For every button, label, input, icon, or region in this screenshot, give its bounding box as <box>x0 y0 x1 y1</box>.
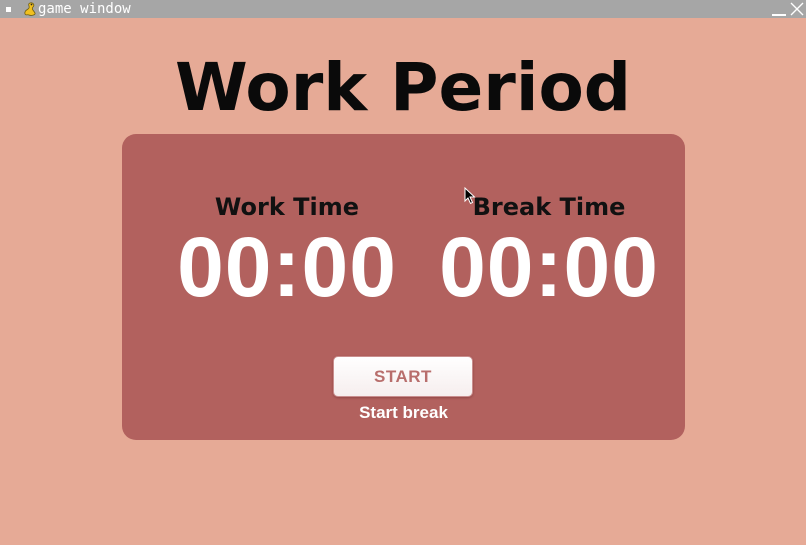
window-titlebar[interactable]: game window <box>0 0 806 18</box>
break-timer: Break Time 00:00 <box>414 192 684 312</box>
break-time-label: Break Time <box>472 193 626 221</box>
window-menu-icon[interactable] <box>6 7 11 12</box>
page-title: Work Period <box>174 49 632 126</box>
work-timer: Work Time 00:00 <box>152 192 422 312</box>
start-button[interactable]: START <box>333 356 473 397</box>
close-icon[interactable] <box>789 1 805 17</box>
work-time-label: Work Time <box>214 193 360 221</box>
mouse-pointer-icon <box>464 187 476 205</box>
break-time-value: 00:00 <box>439 220 659 314</box>
minimize-icon[interactable] <box>771 9 787 17</box>
window-title: game window <box>38 1 131 17</box>
pygame-snake-icon <box>24 2 36 16</box>
timer-card: Work Time 00:00 Break Time 00:00 START S… <box>122 134 685 440</box>
start-break-link[interactable]: Start break <box>122 402 685 424</box>
work-time-value: 00:00 <box>177 220 397 314</box>
